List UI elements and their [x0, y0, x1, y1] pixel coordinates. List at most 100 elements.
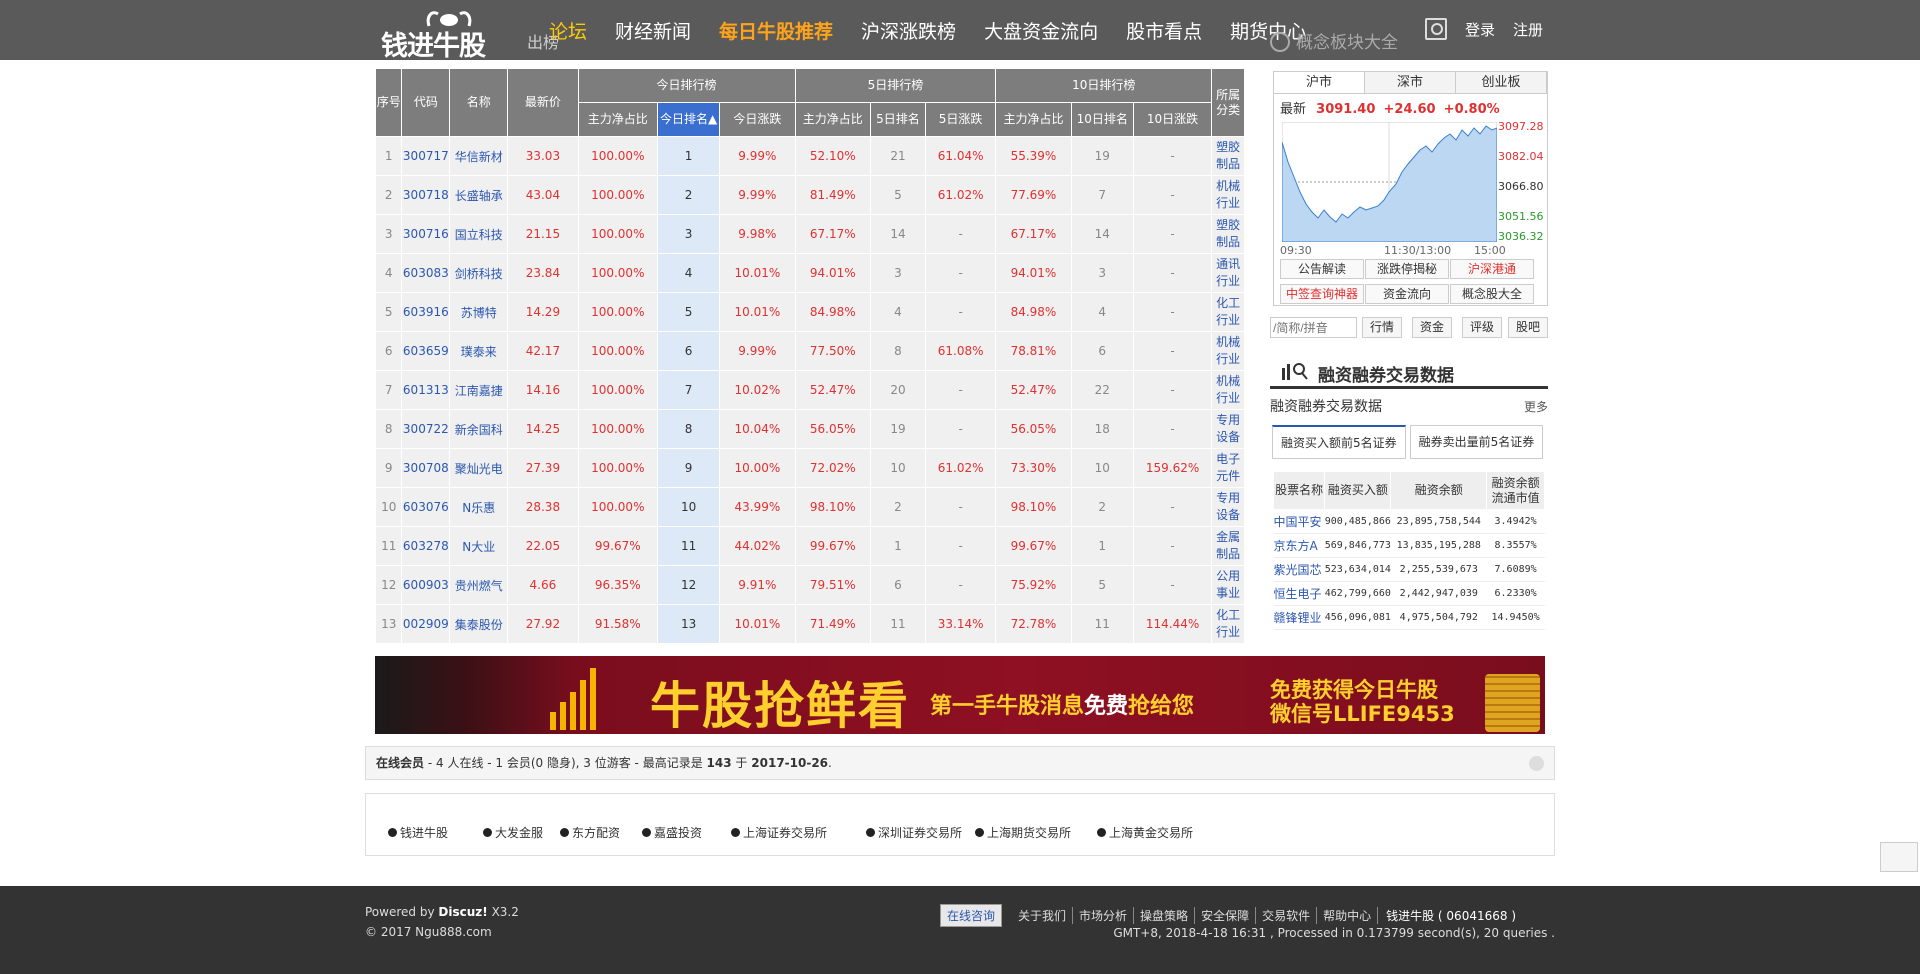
row-category[interactable]: 公用事业 [1211, 565, 1245, 605]
row-category[interactable]: 专用设备 [1211, 409, 1245, 449]
row-code[interactable]: 002909 [401, 604, 451, 644]
row-category[interactable]: 化工行业 [1211, 604, 1245, 644]
link-2[interactable]: 东方配资 [560, 824, 620, 841]
col-price[interactable]: 最新价 [507, 68, 579, 137]
btn-limit[interactable]: 涨跌停揭秘 [1365, 259, 1449, 279]
col-chg-today[interactable]: 今日涨跌 [719, 102, 796, 137]
tab-sz[interactable]: 深市 [1365, 72, 1456, 93]
row-name[interactable]: 长盛轴承 [449, 175, 509, 215]
col-name[interactable]: 名称 [449, 68, 509, 137]
footer-link-5[interactable]: 帮助中心 [1317, 907, 1379, 924]
row-code[interactable]: 601313 [401, 370, 451, 410]
col-rank-5[interactable]: 5日排名 [869, 102, 926, 137]
ad-banner[interactable]: 牛股抢鲜看 第一手牛股消息免费抢给您 免费获得今日牛股 微信号LLIFE9453 [375, 656, 1545, 735]
row-category[interactable]: 机械行业 [1211, 175, 1245, 215]
nav-daily-picks[interactable]: 每日牛股推荐 [719, 17, 833, 44]
col-net-today[interactable]: 主力净占比 [577, 102, 659, 137]
footer-site[interactable]: 钱进牛股 ( 06041668 ) [1378, 907, 1516, 924]
btn-rating[interactable]: 评级 [1462, 317, 1502, 338]
link-5[interactable]: 深圳证券交易所 [866, 824, 962, 841]
link-4[interactable]: 上海证券交易所 [731, 824, 827, 841]
margin-stock[interactable]: 紫光国芯 [1273, 557, 1325, 582]
link-1[interactable]: 大发金服 [483, 824, 543, 841]
tab-cyb[interactable]: 创业板 [1456, 72, 1547, 93]
row-category[interactable]: 金属制品 [1211, 526, 1245, 566]
search-icon[interactable] [1425, 18, 1447, 40]
stock-search-input[interactable] [1270, 317, 1357, 338]
row-category[interactable]: 化工行业 [1211, 292, 1245, 332]
col-chg-10[interactable]: 10日涨跌 [1132, 102, 1213, 137]
margin-stock[interactable]: 中国平安 [1273, 509, 1325, 534]
footer-link-0[interactable]: 关于我们 [1012, 907, 1074, 924]
row-category[interactable]: 通讯行业 [1211, 253, 1245, 293]
col-chg-5[interactable]: 5日涨跌 [924, 102, 997, 137]
row-category[interactable]: 专用设备 [1211, 487, 1245, 527]
row-name[interactable]: N大业 [449, 526, 509, 566]
row-name[interactable]: 贵州燃气 [449, 565, 509, 605]
row-code[interactable]: 603083 [401, 253, 451, 293]
row-code[interactable]: 300708 [401, 448, 451, 488]
discuz-link[interactable]: Discuz! [438, 905, 487, 919]
row-code[interactable]: 603659 [401, 331, 451, 371]
btn-announce[interactable]: 公告解读 [1280, 259, 1364, 279]
nav-forum[interactable]: 论坛 [549, 17, 587, 44]
col-rank-10[interactable]: 10日排名 [1070, 102, 1134, 137]
row-name[interactable]: 华信新材 [449, 136, 509, 176]
row-code[interactable]: 603278 [401, 526, 451, 566]
btn-fund[interactable]: 资金 [1412, 317, 1452, 338]
row-code[interactable]: 300718 [401, 175, 451, 215]
btn-lottery[interactable]: 中签查询神器 [1280, 284, 1364, 304]
footer-link-3[interactable]: 安全保障 [1195, 907, 1257, 924]
row-code[interactable]: 600903 [401, 565, 451, 605]
row-name[interactable]: 聚灿光电 [449, 448, 509, 488]
col-net-10[interactable]: 主力净占比 [995, 102, 1072, 137]
col-code[interactable]: 代码 [401, 68, 451, 137]
row-code[interactable]: 300716 [401, 214, 451, 254]
footer-link-4[interactable]: 交易软件 [1256, 907, 1318, 924]
col-seq[interactable]: 序号 [374, 68, 403, 137]
btn-forum[interactable]: 股吧 [1508, 317, 1548, 338]
tab-margin-buy[interactable]: 融资买入额前5名证券 [1272, 425, 1406, 459]
row-code[interactable]: 603916 [401, 292, 451, 332]
row-name[interactable]: 江南嘉捷 [449, 370, 509, 410]
link-0[interactable]: 钱进牛股 [388, 824, 448, 841]
row-name[interactable]: 剑桥科技 [449, 253, 509, 293]
online-consult-button[interactable]: 在线咨询 [940, 904, 1003, 927]
row-category[interactable]: 塑胶制品 [1211, 136, 1245, 176]
col-rank-today[interactable]: 今日排名▲ [657, 102, 721, 137]
nav-news[interactable]: 财经新闻 [615, 17, 691, 44]
nav-fund-flow[interactable]: 大盘资金流向 [984, 17, 1098, 44]
collapse-icon[interactable] [1529, 756, 1544, 771]
row-code[interactable]: 603076 [401, 487, 451, 527]
row-category[interactable]: 塑胶制品 [1211, 214, 1245, 254]
nav-rankings[interactable]: 沪深涨跌榜 [861, 17, 956, 44]
nav-market-view[interactable]: 股市看点 [1126, 17, 1202, 44]
row-name[interactable]: 国立科技 [449, 214, 509, 254]
link-7[interactable]: 上海黄金交易所 [1097, 824, 1193, 841]
btn-concept[interactable]: 概念股大全 [1450, 284, 1534, 304]
margin-stock[interactable]: 赣锋锂业 [1273, 605, 1325, 630]
login-link[interactable]: 登录 [1465, 19, 1495, 40]
site-logo[interactable]: 钱进牛股 [381, 6, 511, 62]
margin-stock[interactable]: 恒生电子 [1273, 581, 1325, 606]
row-name[interactable]: 集泰股份 [449, 604, 509, 644]
row-code[interactable]: 300717 [401, 136, 451, 176]
link-6[interactable]: 上海期货交易所 [975, 824, 1071, 841]
row-name[interactable]: 新余国科 [449, 409, 509, 449]
tab-short-sell[interactable]: 融券卖出量前5名证券 [1409, 425, 1544, 459]
margin-stock[interactable]: 京东方A [1273, 533, 1325, 558]
tab-sh[interactable]: 沪市 [1274, 72, 1365, 93]
more-link[interactable]: 更多 [1524, 398, 1548, 415]
register-link[interactable]: 注册 [1513, 19, 1543, 40]
link-3[interactable]: 嘉盛投资 [642, 824, 702, 841]
btn-quote[interactable]: 行情 [1362, 317, 1402, 338]
row-code[interactable]: 300722 [401, 409, 451, 449]
row-name[interactable]: 璞泰来 [449, 331, 509, 371]
back-to-top-button[interactable] [1880, 842, 1918, 872]
row-category[interactable]: 机械行业 [1211, 331, 1245, 371]
footer-link-2[interactable]: 操盘策略 [1134, 907, 1196, 924]
row-name[interactable]: N乐惠 [449, 487, 509, 527]
row-category[interactable]: 电子元件 [1211, 448, 1245, 488]
row-name[interactable]: 苏博特 [449, 292, 509, 332]
btn-hk-connect[interactable]: 沪深港通 [1450, 259, 1534, 279]
